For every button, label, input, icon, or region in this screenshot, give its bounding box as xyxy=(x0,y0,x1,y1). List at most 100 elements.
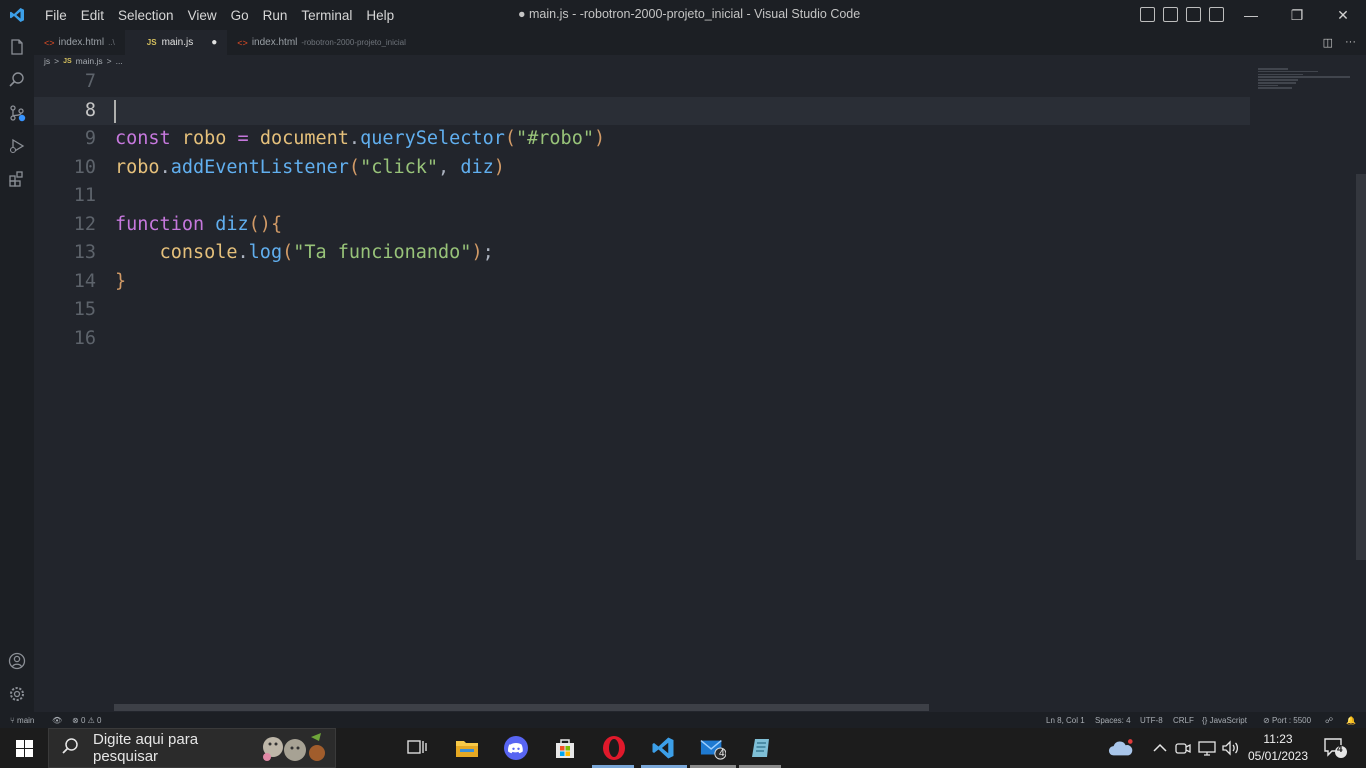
file-explorer-icon[interactable] xyxy=(454,735,480,761)
code-token: "click" xyxy=(360,156,439,178)
tab-index-html-parent[interactable]: <> index.html ..\ xyxy=(34,30,125,55)
source-control-icon[interactable] xyxy=(8,104,26,122)
task-view-icon[interactable] xyxy=(404,735,430,761)
branch-name: main xyxy=(17,716,35,725)
system-clock[interactable]: 11:23 05/01/2023 xyxy=(1246,731,1310,765)
run-debug-icon[interactable] xyxy=(8,137,26,155)
notification-count: 4 xyxy=(1337,744,1343,755)
menu-run[interactable]: Run xyxy=(256,8,295,23)
js-file-icon: JS xyxy=(146,38,157,47)
tab-actions: ◫ ··· xyxy=(1323,36,1356,49)
feedback-icon[interactable]: ☍ xyxy=(1325,716,1333,725)
code-line[interactable]: 12 function diz(){ xyxy=(34,211,1250,240)
code-token: ( xyxy=(282,242,294,263)
accounts-icon[interactable] xyxy=(8,652,26,670)
encoding[interactable]: UTF-8 xyxy=(1140,716,1163,725)
indentation[interactable]: Spaces: 4 xyxy=(1095,716,1131,725)
code-line[interactable]: 9 const robo = document.querySelector("#r… xyxy=(34,125,1250,154)
line-number: 7 xyxy=(84,71,96,92)
minimap[interactable] xyxy=(1258,68,1356,108)
code-line[interactable]: 11 xyxy=(34,182,1250,211)
line-number: 10 xyxy=(73,156,96,178)
breadcrumb-more[interactable]: ... xyxy=(116,56,123,66)
toggle-secondary-sidebar-icon[interactable] xyxy=(1186,7,1201,22)
code-line[interactable]: 14} xyxy=(34,268,1250,297)
toggle-panel-icon[interactable] xyxy=(1163,7,1178,22)
code-token: ) xyxy=(471,242,483,263)
code-line[interactable]: 7 xyxy=(34,68,1250,97)
taskbar-search-box[interactable]: Digite aqui para pesquisar xyxy=(48,728,336,768)
notifications-bell-icon[interactable]: 🔔 xyxy=(1346,716,1356,725)
code-editor[interactable]: 7 8 9 const robo = document.querySelector("… xyxy=(34,68,1256,706)
language-mode[interactable]: {} JavaScript xyxy=(1202,716,1247,725)
unsaved-dot-icon[interactable]: ● xyxy=(211,37,217,48)
vertical-scrollbar[interactable] xyxy=(1356,174,1366,560)
tab-path: ..\ xyxy=(108,38,115,47)
breadcrumb-file[interactable]: main.js xyxy=(76,56,103,66)
menu-view[interactable]: View xyxy=(181,8,224,23)
line-number: 11 xyxy=(73,185,96,206)
search-icon[interactable] xyxy=(8,71,26,89)
menu-help[interactable]: Help xyxy=(359,8,401,23)
settings-gear-icon[interactable] xyxy=(8,685,26,703)
code-line[interactable]: 15 xyxy=(34,296,1250,325)
microsoft-store-icon[interactable] xyxy=(552,735,578,761)
breadcrumb-folder[interactable]: js xyxy=(44,56,50,66)
code-content: const robo = document.querySelector("#ro… xyxy=(115,125,605,154)
tab-index-html-project[interactable]: <> index.html -robotron-2000-projeto_ini… xyxy=(227,30,416,55)
live-server-port[interactable]: ⊘ Port : 5500 xyxy=(1263,716,1311,725)
menu-terminal[interactable]: Terminal xyxy=(294,8,359,23)
js-file-icon: JS xyxy=(63,57,72,65)
network-icon[interactable] xyxy=(1194,735,1220,761)
minimize-button[interactable]: — xyxy=(1228,0,1274,30)
notepad-app-icon[interactable] xyxy=(748,735,774,761)
code-token: const xyxy=(115,128,182,149)
code-token: "Ta funcionando" xyxy=(293,242,472,263)
menu-edit[interactable]: Edit xyxy=(74,8,111,23)
more-actions-icon[interactable]: ··· xyxy=(1345,36,1356,49)
window-title: ● main.js - -robotron-2000-projeto_inici… xyxy=(518,7,861,21)
close-button[interactable]: ✕ xyxy=(1320,0,1366,30)
code-line[interactable]: 13 console.log("Ta funcionando"); xyxy=(34,239,1250,268)
customize-layout-icon[interactable] xyxy=(1209,7,1224,22)
code-token: robo xyxy=(115,156,160,178)
windows-start-icon[interactable] xyxy=(11,735,37,761)
menu-go[interactable]: Go xyxy=(224,8,256,23)
code-token: ( xyxy=(504,128,516,149)
menu-file[interactable]: File xyxy=(38,8,74,23)
branch-status[interactable]: ⑂ main xyxy=(10,716,34,725)
split-editor-icon[interactable]: ◫ xyxy=(1323,36,1333,49)
meet-now-icon[interactable] xyxy=(1170,735,1196,761)
code-line[interactable]: 10 robo.addEventListener("click", diz) xyxy=(34,154,1250,183)
code-token: ) xyxy=(593,128,606,149)
code-token: diz xyxy=(215,213,249,235)
volume-icon[interactable] xyxy=(1218,735,1244,761)
title-bar: File Edit Selection View Go Run Terminal… xyxy=(0,0,1366,30)
menu-selection[interactable]: Selection xyxy=(111,8,181,23)
problems-status[interactable]: ⊗ 0 ⚠ 0 xyxy=(72,716,101,725)
window-controls: — ❐ ✕ xyxy=(1228,0,1366,30)
maximize-button[interactable]: ❐ xyxy=(1274,0,1320,30)
cursor-position[interactable]: Ln 8, Col 1 xyxy=(1046,716,1085,725)
discord-icon[interactable] xyxy=(503,735,529,761)
vscode-taskbar-icon[interactable] xyxy=(650,735,676,761)
tab-main-js[interactable]: JS main.js ● xyxy=(124,30,228,55)
extensions-icon[interactable] xyxy=(8,170,26,188)
explorer-icon[interactable] xyxy=(8,38,26,56)
mail-badge: 4 xyxy=(719,748,725,759)
code-token: function xyxy=(115,213,216,235)
breadcrumb-separator-icon: > xyxy=(54,56,60,66)
horizontal-scrollbar[interactable] xyxy=(114,704,929,711)
opera-browser-icon[interactable] xyxy=(601,735,627,761)
code-token: addEventListener xyxy=(170,156,349,178)
toggle-sidebar-icon[interactable] xyxy=(1140,7,1155,22)
code-line[interactable]: 8 xyxy=(34,96,1250,125)
notification-center-icon[interactable] xyxy=(1322,735,1348,761)
code-token: ; xyxy=(482,242,494,263)
live-share-eye-icon[interactable]: 👁 xyxy=(52,716,62,725)
code-token: robo xyxy=(181,128,227,149)
code-line[interactable]: 16 xyxy=(34,325,1250,354)
line-ending[interactable]: CRLF xyxy=(1173,716,1194,725)
weather-cloud-icon[interactable] xyxy=(1108,735,1134,761)
